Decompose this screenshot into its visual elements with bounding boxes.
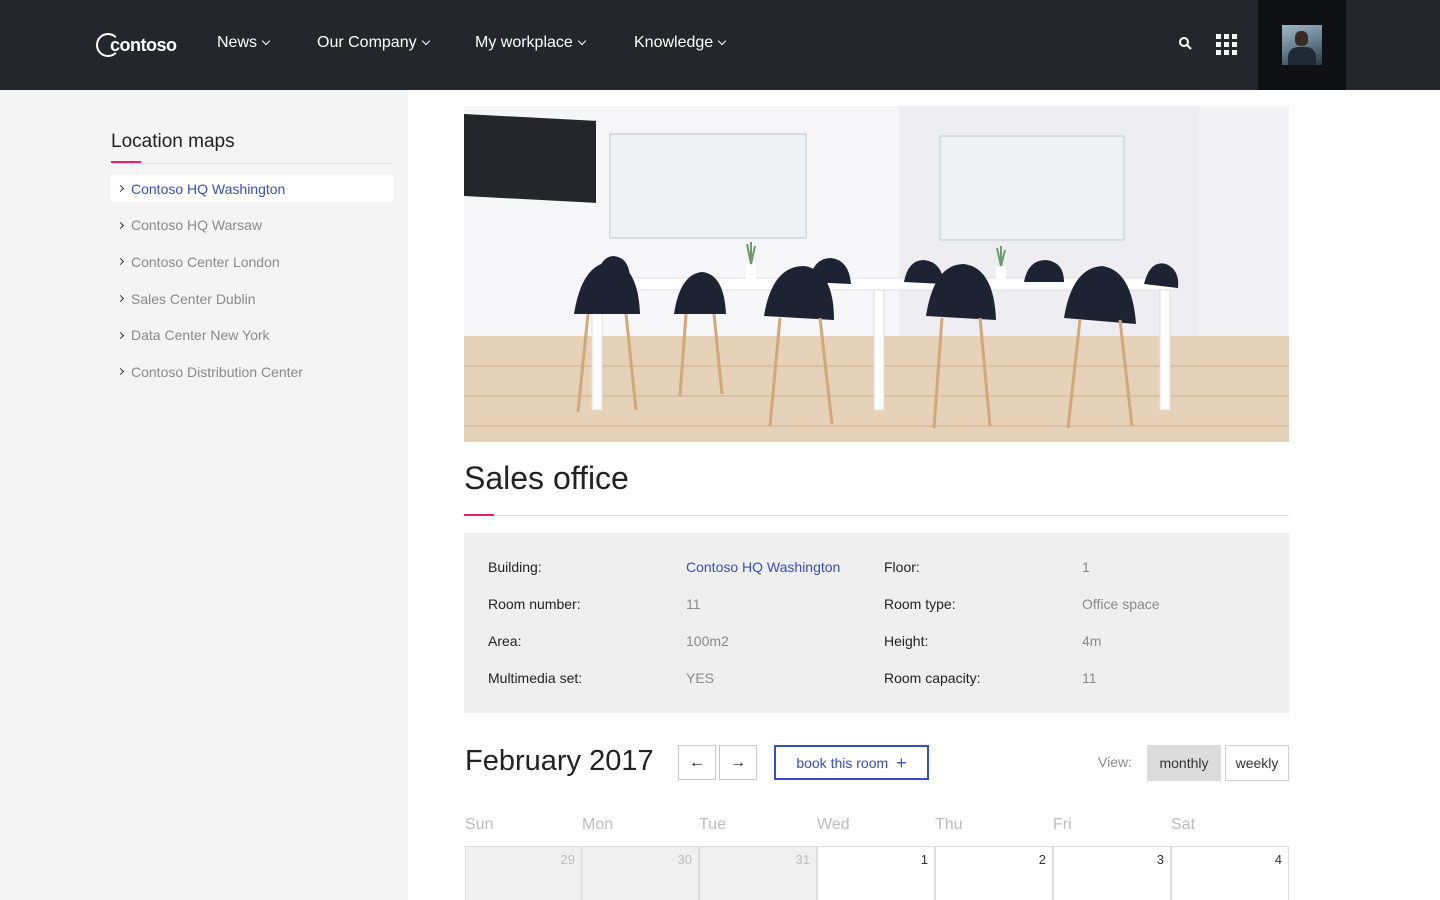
calendar-day-cell[interactable]: 31 (699, 846, 817, 900)
sidebar: Location maps Contoso HQ Washington Cont… (0, 90, 408, 900)
building-label: Building: (488, 559, 542, 575)
nav-our-company[interactable]: Our Company (317, 34, 430, 52)
page-title: Sales office (464, 460, 629, 496)
weekday-sun: Sun (465, 816, 494, 833)
next-month-button[interactable]: → (719, 745, 757, 780)
room-capacity-label: Room capacity: (884, 670, 981, 686)
title-divider (464, 515, 1289, 516)
room-type-value: Office space (1082, 596, 1160, 612)
nav-my-workplace-label: My workplace (475, 34, 573, 51)
height-label: Height: (884, 633, 929, 649)
weekly-view-button[interactable]: weekly (1225, 745, 1289, 781)
calendar-day-cell[interactable]: 29 (465, 846, 582, 900)
room-number-value: 11 (686, 596, 701, 612)
calendar-day-cell[interactable]: 4 (1171, 846, 1289, 900)
sidebar-title: Location maps (111, 131, 235, 152)
avatar[interactable] (1282, 25, 1322, 65)
chevron-right-icon (116, 221, 125, 229)
area-value: 100m2 (686, 633, 729, 649)
floor-value: 1 (1082, 559, 1090, 575)
sidebar-item-contoso-distribution-center[interactable]: Contoso Distribution Center (111, 358, 393, 385)
building-link[interactable]: Contoso HQ Washington (686, 559, 840, 575)
sidebar-item-label: Data Center New York (131, 327, 270, 344)
weekday-thu: Thu (935, 816, 963, 833)
calendar-month-title: February 2017 (465, 745, 654, 777)
room-photo (464, 106, 1289, 442)
sidebar-divider (111, 163, 393, 164)
location-list: Contoso HQ Washington Contoso HQ Warsaw … (111, 175, 393, 395)
sidebar-item-data-center-new-york[interactable]: Data Center New York (111, 322, 393, 349)
calendar-day-number: 31 (795, 852, 810, 867)
search-icon[interactable] (1176, 34, 1196, 54)
multimedia-set-value: YES (686, 670, 715, 686)
chevron-right-icon (116, 184, 125, 193)
previous-month-button[interactable]: ← (678, 745, 716, 780)
floor-label: Floor: (884, 559, 920, 575)
height-value: 4m (1082, 633, 1102, 649)
chevron-right-icon (116, 258, 125, 266)
book-room-button[interactable]: book this room + (774, 745, 929, 780)
sidebar-item-contoso-hq-washington[interactable]: Contoso HQ Washington (111, 175, 393, 202)
arrow-right-icon: → (730, 753, 746, 771)
weekday-tue: Tue (699, 816, 726, 833)
chevron-right-icon (116, 368, 125, 376)
view-label: View: (1098, 754, 1132, 770)
sidebar-item-sales-center-dublin[interactable]: Sales Center Dublin (111, 285, 393, 312)
sidebar-item-label: Contoso HQ Warsaw (131, 217, 262, 234)
calendar-day-number: 1 (920, 852, 928, 867)
weekday-wed: Wed (817, 816, 850, 833)
sidebar-item-label: Contoso HQ Washington (131, 180, 286, 197)
sidebar-item-label: Contoso Center London (131, 253, 280, 270)
title-divider-accent (464, 514, 494, 516)
chevron-down-icon (577, 36, 587, 46)
chevron-down-icon (261, 36, 271, 46)
sidebar-item-contoso-center-london[interactable]: Contoso Center London (111, 248, 393, 275)
plus-icon: + (896, 752, 907, 773)
room-capacity-value: 11 (1082, 670, 1097, 686)
nav-knowledge-label: Knowledge (634, 34, 714, 51)
room-type-label: Room type: (884, 596, 956, 612)
nav-news-label: News (217, 34, 258, 51)
logo-text: contoso (110, 34, 177, 55)
contoso-logo[interactable]: contoso (96, 31, 177, 59)
sidebar-item-label: Sales Center Dublin (131, 290, 256, 307)
nav-knowledge[interactable]: Knowledge (634, 34, 727, 52)
area-label: Area: (488, 633, 522, 649)
calendar-day-cell[interactable]: 3 (1053, 846, 1171, 900)
room-details-panel: Building: Contoso HQ Washington Floor: 1… (464, 533, 1289, 713)
app-launcher-icon[interactable] (1216, 34, 1237, 55)
nav-my-workplace[interactable]: My workplace (475, 34, 587, 52)
nav-news[interactable]: News (217, 34, 271, 52)
monthly-view-button[interactable]: monthly (1147, 745, 1221, 781)
chevron-down-icon (717, 36, 727, 46)
top-navigation-bar: contoso News Our Company My workplace Kn… (0, 0, 1440, 90)
arrow-left-icon: ← (689, 753, 705, 771)
sidebar-item-label: Contoso Distribution Center (131, 363, 303, 380)
sidebar-divider-accent (111, 161, 141, 163)
calendar-day-number: 2 (1038, 852, 1046, 867)
calendar-day-cell[interactable]: 2 (935, 846, 1053, 900)
multimedia-set-label: Multimedia set: (488, 670, 583, 686)
nav-our-company-label: Our Company (317, 34, 417, 51)
chevron-down-icon (421, 36, 430, 46)
weekday-fri: Fri (1053, 816, 1072, 833)
chevron-right-icon (116, 331, 125, 339)
sidebar-item-contoso-hq-warsaw[interactable]: Contoso HQ Warsaw (111, 212, 393, 239)
weekday-mon: Mon (582, 816, 614, 833)
calendar-day-cell[interactable]: 30 (581, 846, 699, 900)
book-room-label: book this room (796, 754, 889, 771)
weekday-sat: Sat (1171, 816, 1196, 833)
calendar-day-cell[interactable]: 1 (817, 846, 935, 900)
calendar-day-number: 30 (677, 852, 692, 867)
calendar-day-number: 4 (1274, 852, 1282, 867)
calendar-day-number: 3 (1156, 852, 1164, 867)
user-menu (1258, 0, 1346, 90)
chevron-right-icon (116, 295, 125, 303)
room-number-label: Room number: (488, 596, 581, 612)
calendar-day-number: 29 (560, 852, 575, 867)
